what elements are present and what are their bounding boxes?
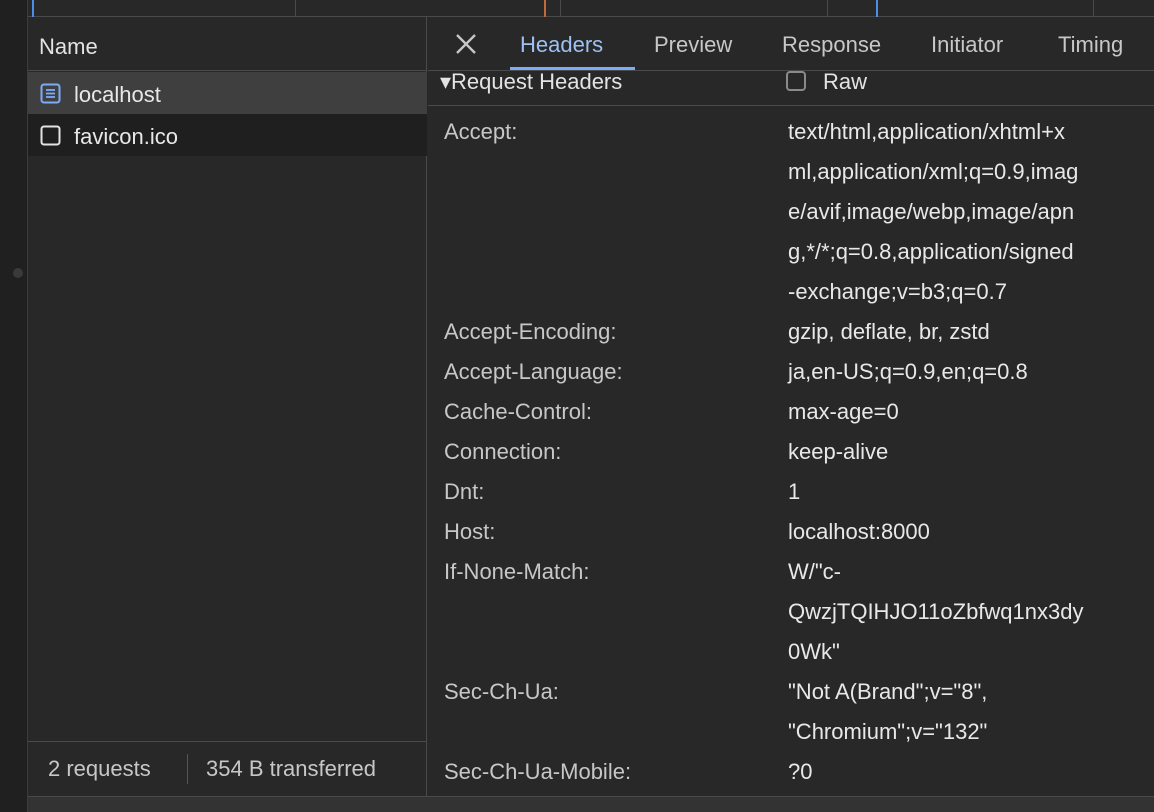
tab-response[interactable]: Response (782, 32, 881, 58)
header-key: Connection: (444, 439, 562, 464)
header-value: QwzjTQIHJO11oZbfwq1nx3dy (788, 599, 1084, 624)
raw-checkbox[interactable] (786, 71, 806, 91)
tab-headers[interactable]: Headers (520, 32, 603, 58)
header-value: e/avif,image/webp,image/apn (788, 199, 1075, 224)
waterfall-marker (876, 0, 878, 17)
header-value: max-age=0 (788, 399, 899, 424)
transferred-size: 354 B transferred (206, 756, 376, 781)
request-headers-section-header[interactable]: ▾Request Headers Raw (428, 69, 1154, 106)
header-key: Cache-Control: (444, 399, 592, 424)
waterfall-gridline (1093, 0, 1094, 17)
request-details: Headers Preview Response Initiator Timin… (428, 17, 1154, 796)
name-column-label: Name (39, 34, 98, 59)
header-value: "Chromium";v="132" (788, 719, 988, 744)
request-list: Name localhost favicon.ico 2 requests 35… (28, 17, 427, 796)
waterfall-gridline (560, 0, 561, 17)
header-value: keep-alive (788, 439, 889, 464)
drag-handle[interactable] (13, 268, 23, 278)
header-value: ml,application/xml;q=0.9,imag (788, 159, 1079, 184)
waterfall-marker (544, 0, 546, 17)
waterfall-gridline (827, 0, 828, 17)
request-row-localhost[interactable]: localhost (28, 72, 427, 114)
section-title[interactable]: ▾Request Headers (440, 69, 622, 95)
status-bar: 2 requests 354 B transferred (28, 741, 427, 796)
waterfall-gridline (295, 0, 296, 17)
name-column-header[interactable]: Name (28, 17, 427, 71)
header-key: Sec-Ch-Ua: (444, 679, 559, 704)
header-value: W/"c- (788, 559, 842, 584)
header-value: g,*/*;q=0.8,application/signed (788, 239, 1074, 264)
request-row-favicon[interactable]: favicon.ico (28, 114, 427, 156)
header-value: "Not A(Brand";v="8", (788, 679, 988, 704)
tab-timing[interactable]: Timing (1058, 32, 1123, 58)
header-key: Host: (444, 519, 496, 544)
waterfall-marker (32, 0, 34, 17)
close-icon[interactable] (452, 30, 480, 58)
header-value: 0Wk" (788, 639, 840, 664)
header-key: Sec-Ch-Ua-Mobile: (444, 759, 632, 784)
header-key: Accept: (444, 119, 518, 144)
header-key: Dnt: (444, 479, 485, 504)
devtools-network-panel: Name localhost favicon.ico 2 requests 35… (0, 0, 1154, 812)
file-icon (40, 125, 61, 146)
header-key: If-None-Match: (444, 559, 590, 584)
header-value: gzip, deflate, br, zstd (788, 319, 990, 344)
document-icon (40, 83, 61, 104)
raw-label[interactable]: Raw (823, 69, 867, 95)
request-count: 2 requests (48, 756, 151, 781)
request-name: localhost (74, 82, 161, 107)
header-key: Accept-Encoding: (444, 319, 617, 344)
tab-initiator[interactable]: Initiator (931, 32, 1003, 58)
header-value: localhost:8000 (788, 519, 930, 544)
request-name: favicon.ico (74, 124, 178, 149)
waterfall-overview[interactable] (28, 0, 1154, 17)
header-value: 1 (788, 479, 801, 504)
drawer-bar[interactable] (28, 796, 1154, 812)
header-value: ja,en-US;q=0.9,en;q=0.8 (788, 359, 1028, 384)
divider (187, 754, 188, 784)
left-gutter (0, 0, 28, 812)
header-value: -exchange;v=b3;q=0.7 (788, 279, 1007, 304)
header-key: Accept-Language: (444, 359, 623, 384)
header-value: text/html,application/xhtml+x (788, 119, 1065, 144)
details-tabbar: Headers Preview Response Initiator Timin… (428, 17, 1154, 71)
header-value: ?0 (788, 759, 813, 784)
tab-preview[interactable]: Preview (654, 32, 732, 58)
